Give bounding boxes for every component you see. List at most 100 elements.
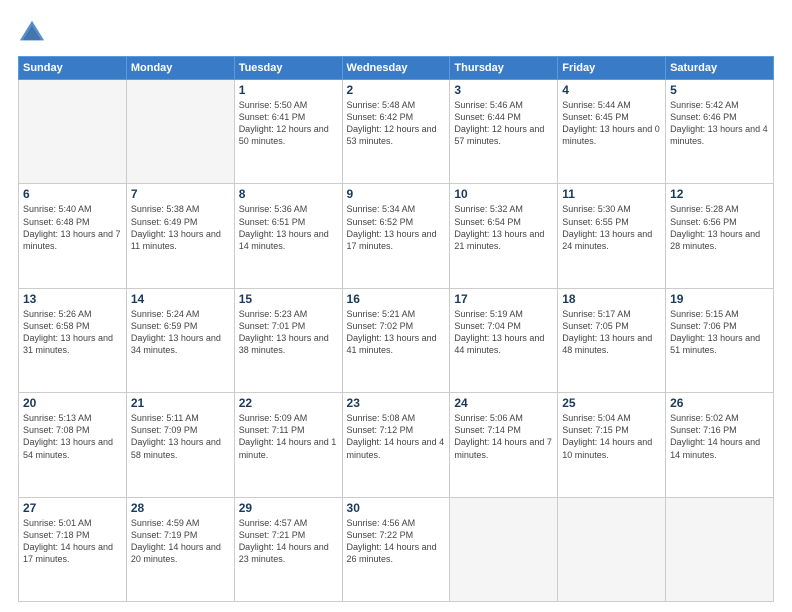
- day-cell: 13 Sunrise: 5:26 AM Sunset: 6:58 PM Dayli…: [19, 288, 127, 392]
- logo: [18, 18, 50, 46]
- week-row-0: 1 Sunrise: 5:50 AM Sunset: 6:41 PM Daylig…: [19, 80, 774, 184]
- day-number: 23: [347, 396, 446, 410]
- day-info: Sunrise: 5:50 AM Sunset: 6:41 PM Dayligh…: [239, 99, 338, 148]
- day-info: Sunrise: 5:36 AM Sunset: 6:51 PM Dayligh…: [239, 203, 338, 252]
- day-cell: 4 Sunrise: 5:44 AM Sunset: 6:45 PM Daylig…: [558, 80, 666, 184]
- day-info: Sunrise: 5:06 AM Sunset: 7:14 PM Dayligh…: [454, 412, 553, 461]
- day-number: 18: [562, 292, 661, 306]
- day-info: Sunrise: 5:32 AM Sunset: 6:54 PM Dayligh…: [454, 203, 553, 252]
- day-info: Sunrise: 5:26 AM Sunset: 6:58 PM Dayligh…: [23, 308, 122, 357]
- day-info: Sunrise: 5:08 AM Sunset: 7:12 PM Dayligh…: [347, 412, 446, 461]
- day-cell: 27 Sunrise: 5:01 AM Sunset: 7:18 PM Dayli…: [19, 497, 127, 601]
- day-info: Sunrise: 5:42 AM Sunset: 6:46 PM Dayligh…: [670, 99, 769, 148]
- day-number: 22: [239, 396, 338, 410]
- day-cell: 8Sunrise: 5:36 AM Sunset: 6:51 PM Daylig…: [234, 184, 342, 288]
- day-info: Sunrise: 5:46 AM Sunset: 6:44 PM Dayligh…: [454, 99, 553, 148]
- day-info: Sunrise: 5:23 AM Sunset: 7:01 PM Dayligh…: [239, 308, 338, 357]
- day-cell: [19, 80, 127, 184]
- day-cell: 3 Sunrise: 5:46 AM Sunset: 6:44 PM Daylig…: [450, 80, 558, 184]
- day-info: Sunrise: 5:28 AM Sunset: 6:56 PM Dayligh…: [670, 203, 769, 252]
- day-number: 14: [131, 292, 230, 306]
- weekday-header-friday: Friday: [558, 57, 666, 80]
- day-cell: 11Sunrise: 5:30 AM Sunset: 6:55 PM Dayli…: [558, 184, 666, 288]
- day-cell: 23 Sunrise: 5:08 AM Sunset: 7:12 PM Dayli…: [342, 393, 450, 497]
- day-cell: 29Sunrise: 4:57 AM Sunset: 7:21 PM Dayli…: [234, 497, 342, 601]
- calendar: SundayMondayTuesdayWednesdayThursdayFrid…: [18, 56, 774, 602]
- day-number: 17: [454, 292, 553, 306]
- day-number: 27: [23, 501, 122, 515]
- weekday-header-thursday: Thursday: [450, 57, 558, 80]
- day-info: Sunrise: 4:57 AM Sunset: 7:21 PM Dayligh…: [239, 517, 338, 566]
- day-number: 16: [347, 292, 446, 306]
- day-cell: 16 Sunrise: 5:21 AM Sunset: 7:02 PM Dayli…: [342, 288, 450, 392]
- day-info: Sunrise: 4:56 AM Sunset: 7:22 PM Dayligh…: [347, 517, 446, 566]
- day-number: 25: [562, 396, 661, 410]
- day-info: Sunrise: 5:19 AM Sunset: 7:04 PM Dayligh…: [454, 308, 553, 357]
- day-info: Sunrise: 5:17 AM Sunset: 7:05 PM Dayligh…: [562, 308, 661, 357]
- day-info: Sunrise: 4:59 AM Sunset: 7:19 PM Dayligh…: [131, 517, 230, 566]
- day-info: Sunrise: 5:02 AM Sunset: 7:16 PM Dayligh…: [670, 412, 769, 461]
- day-number: 6: [23, 187, 122, 201]
- day-number: 3: [454, 83, 553, 97]
- day-number: 24: [454, 396, 553, 410]
- day-cell: 15 Sunrise: 5:23 AM Sunset: 7:01 PM Dayli…: [234, 288, 342, 392]
- day-number: 11: [562, 187, 661, 201]
- day-info: Sunrise: 5:09 AM Sunset: 7:11 PM Dayligh…: [239, 412, 338, 461]
- day-number: 7: [131, 187, 230, 201]
- day-cell: 18 Sunrise: 5:17 AM Sunset: 7:05 PM Dayli…: [558, 288, 666, 392]
- day-info: Sunrise: 5:13 AM Sunset: 7:08 PM Dayligh…: [23, 412, 122, 461]
- day-cell: 2 Sunrise: 5:48 AM Sunset: 6:42 PM Daylig…: [342, 80, 450, 184]
- day-cell: 25 Sunrise: 5:04 AM Sunset: 7:15 PM Dayli…: [558, 393, 666, 497]
- day-cell: 12 Sunrise: 5:28 AM Sunset: 6:56 PM Dayli…: [666, 184, 774, 288]
- day-cell: 26 Sunrise: 5:02 AM Sunset: 7:16 PM Dayli…: [666, 393, 774, 497]
- day-cell: 14 Sunrise: 5:24 AM Sunset: 6:59 PM Dayli…: [126, 288, 234, 392]
- day-number: 5: [670, 83, 769, 97]
- day-number: 15: [239, 292, 338, 306]
- week-row-4: 27 Sunrise: 5:01 AM Sunset: 7:18 PM Dayli…: [19, 497, 774, 601]
- weekday-header-tuesday: Tuesday: [234, 57, 342, 80]
- day-info: Sunrise: 5:21 AM Sunset: 7:02 PM Dayligh…: [347, 308, 446, 357]
- day-cell: 5 Sunrise: 5:42 AM Sunset: 6:46 PM Daylig…: [666, 80, 774, 184]
- day-cell: 24 Sunrise: 5:06 AM Sunset: 7:14 PM Dayli…: [450, 393, 558, 497]
- day-number: 21: [131, 396, 230, 410]
- day-info: Sunrise: 5:44 AM Sunset: 6:45 PM Dayligh…: [562, 99, 661, 148]
- day-number: 20: [23, 396, 122, 410]
- day-number: 12: [670, 187, 769, 201]
- day-number: 2: [347, 83, 446, 97]
- page: SundayMondayTuesdayWednesdayThursdayFrid…: [0, 0, 792, 612]
- day-number: 30: [347, 501, 446, 515]
- header: [18, 18, 774, 46]
- day-info: Sunrise: 5:11 AM Sunset: 7:09 PM Dayligh…: [131, 412, 230, 461]
- day-info: Sunrise: 5:24 AM Sunset: 6:59 PM Dayligh…: [131, 308, 230, 357]
- day-info: Sunrise: 5:01 AM Sunset: 7:18 PM Dayligh…: [23, 517, 122, 566]
- day-number: 26: [670, 396, 769, 410]
- weekday-header-monday: Monday: [126, 57, 234, 80]
- week-row-3: 20 Sunrise: 5:13 AM Sunset: 7:08 PM Dayli…: [19, 393, 774, 497]
- weekday-header-saturday: Saturday: [666, 57, 774, 80]
- day-cell: 21 Sunrise: 5:11 AM Sunset: 7:09 PM Dayli…: [126, 393, 234, 497]
- week-row-1: 6 Sunrise: 5:40 AM Sunset: 6:48 PM Daylig…: [19, 184, 774, 288]
- weekday-header-row: SundayMondayTuesdayWednesdayThursdayFrid…: [19, 57, 774, 80]
- weekday-header-sunday: Sunday: [19, 57, 127, 80]
- day-cell: 17 Sunrise: 5:19 AM Sunset: 7:04 PM Dayli…: [450, 288, 558, 392]
- day-number: 1: [239, 83, 338, 97]
- day-number: 19: [670, 292, 769, 306]
- weekday-header-wednesday: Wednesday: [342, 57, 450, 80]
- day-cell: 19 Sunrise: 5:15 AM Sunset: 7:06 PM Dayli…: [666, 288, 774, 392]
- day-info: Sunrise: 5:40 AM Sunset: 6:48 PM Dayligh…: [23, 203, 122, 252]
- day-number: 10: [454, 187, 553, 201]
- day-info: Sunrise: 5:04 AM Sunset: 7:15 PM Dayligh…: [562, 412, 661, 461]
- day-cell: 10 Sunrise: 5:32 AM Sunset: 6:54 PM Dayli…: [450, 184, 558, 288]
- day-cell: [666, 497, 774, 601]
- day-cell: 22 Sunrise: 5:09 AM Sunset: 7:11 PM Dayli…: [234, 393, 342, 497]
- day-cell: 30 Sunrise: 4:56 AM Sunset: 7:22 PM Dayli…: [342, 497, 450, 601]
- day-number: 4: [562, 83, 661, 97]
- day-number: 13: [23, 292, 122, 306]
- day-cell: 7Sunrise: 5:38 AM Sunset: 6:49 PM Daylig…: [126, 184, 234, 288]
- day-cell: 28Sunrise: 4:59 AM Sunset: 7:19 PM Dayli…: [126, 497, 234, 601]
- day-info: Sunrise: 5:34 AM Sunset: 6:52 PM Dayligh…: [347, 203, 446, 252]
- day-info: Sunrise: 5:15 AM Sunset: 7:06 PM Dayligh…: [670, 308, 769, 357]
- day-cell: 6 Sunrise: 5:40 AM Sunset: 6:48 PM Daylig…: [19, 184, 127, 288]
- day-number: 9: [347, 187, 446, 201]
- day-info: Sunrise: 5:48 AM Sunset: 6:42 PM Dayligh…: [347, 99, 446, 148]
